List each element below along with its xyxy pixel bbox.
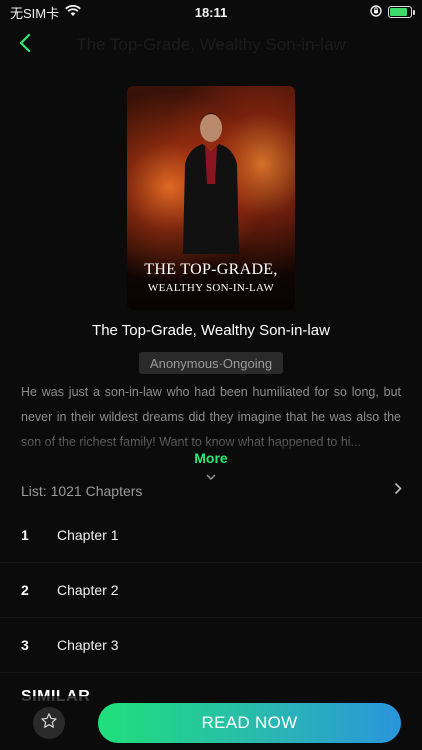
star-icon xyxy=(40,712,58,735)
status-bar: 无SIM卡 18:11 xyxy=(0,0,422,24)
chapter-number: 2 xyxy=(21,582,29,598)
cover-title-line2: WEALTHY SON-IN-LAW xyxy=(147,282,275,294)
cover-title-line1: THE TOP-GRADE, xyxy=(144,261,278,278)
status-left: 无SIM卡 xyxy=(10,3,81,22)
nav-bar: The Top-Grade, Wealthy Son-in-law xyxy=(0,28,422,62)
book-title: The Top-Grade, Wealthy Son-in-law xyxy=(92,322,330,339)
favorite-button[interactable] xyxy=(33,707,65,739)
chevron-right-icon xyxy=(394,482,402,500)
rotation-lock-icon xyxy=(370,4,382,20)
chevron-left-icon xyxy=(19,33,31,57)
cover-title: THE TOP-GRADE, WEALTHY SON-IN-LAW xyxy=(127,261,295,294)
chapter-list-header[interactable]: List: 1021 Chapters xyxy=(0,476,422,506)
carrier-label: 无SIM卡 xyxy=(10,5,60,21)
nav-title: The Top-Grade, Wealthy Son-in-law xyxy=(76,35,346,54)
battery-level xyxy=(390,8,407,16)
status-right xyxy=(370,4,415,20)
chapter-count-label: List: 1021 Chapters xyxy=(21,483,143,499)
chapter-number: 1 xyxy=(21,527,29,543)
chapter-number: 3 xyxy=(21,637,29,653)
chapter-title: Chapter 2 xyxy=(57,582,119,598)
chapter-row-1[interactable]: 1 Chapter 1 xyxy=(0,508,422,563)
back-button[interactable] xyxy=(0,28,50,62)
read-now-button[interactable]: READ NOW xyxy=(98,703,401,743)
chapter-title: Chapter 3 xyxy=(57,637,119,653)
book-cover: THE TOP-GRADE, WEALTHY SON-IN-LAW xyxy=(127,86,295,310)
more-button[interactable]: More xyxy=(0,450,422,466)
chapter-row-2[interactable]: 2 Chapter 2 xyxy=(0,563,422,618)
cover-figure-illustration xyxy=(183,113,239,254)
chevron-down-icon xyxy=(205,468,217,480)
battery-icon xyxy=(388,6,415,18)
chapter-row-3[interactable]: 3 Chapter 3 xyxy=(0,618,422,673)
chapter-title: Chapter 1 xyxy=(57,527,119,543)
author-status-badge: Anonymous·Ongoing xyxy=(139,352,283,374)
wifi-icon xyxy=(65,4,81,20)
